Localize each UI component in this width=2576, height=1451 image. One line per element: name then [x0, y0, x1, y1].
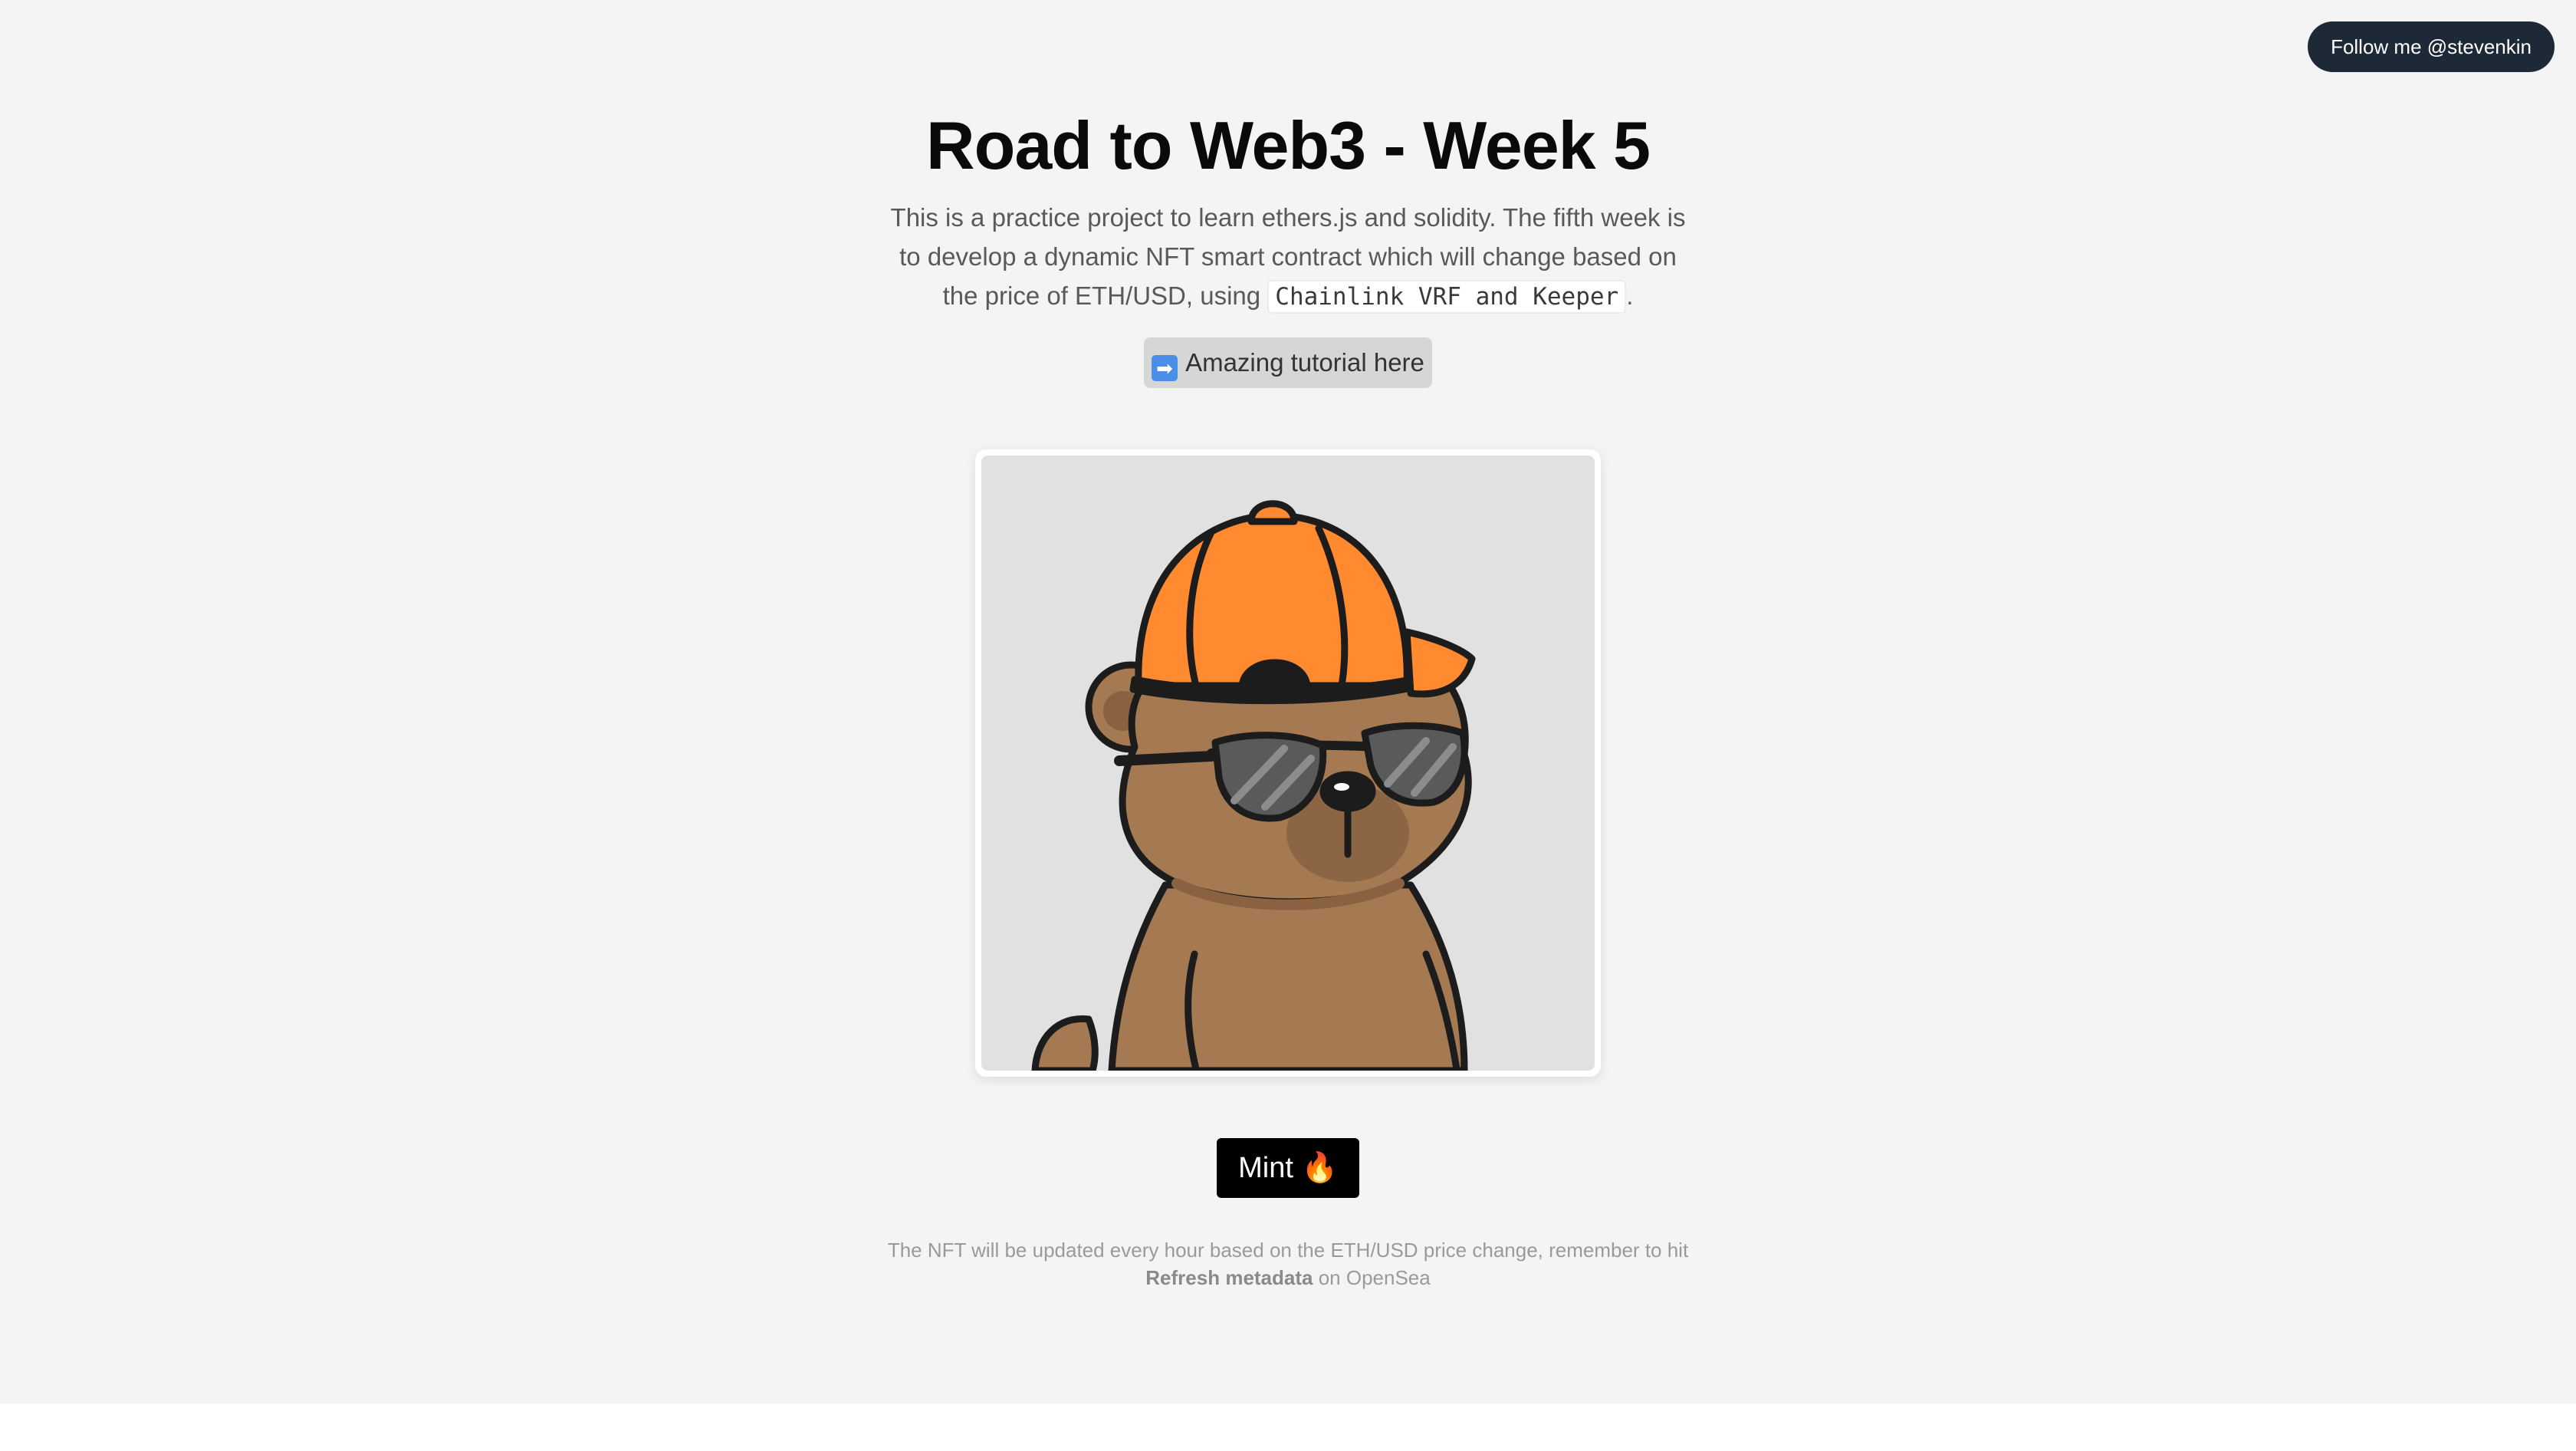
follow-button[interactable]: Follow me @stevenkin — [2308, 21, 2555, 72]
refresh-metadata-text: Refresh metadata — [1145, 1266, 1313, 1289]
mint-button[interactable]: Mint 🔥 — [1217, 1138, 1359, 1198]
update-note: The NFT will be updated every hour based… — [882, 1236, 1694, 1291]
nft-image-card — [975, 449, 1601, 1077]
nft-image-area — [981, 456, 1595, 1071]
inline-code: Chainlink VRF and Keeper — [1267, 280, 1627, 314]
note-end: on OpenSea — [1313, 1266, 1431, 1289]
tutorial-link-button[interactable]: ➡ Amazing tutorial here — [1144, 337, 1432, 388]
page-title: Road to Web3 - Week 5 — [926, 107, 1651, 183]
bear-with-cap-and-sunglasses-icon — [1031, 500, 1476, 1071]
description-end: . — [1626, 281, 1634, 310]
project-description: This is a practice project to learn ethe… — [882, 198, 1694, 317]
right-arrow-icon: ➡ — [1152, 355, 1178, 381]
page-background: Follow me @stevenkin Road to Web3 - Week… — [0, 0, 2576, 1403]
tutorial-label: Amazing tutorial here — [1185, 348, 1424, 377]
note-text: The NFT will be updated every hour based… — [887, 1239, 1689, 1262]
